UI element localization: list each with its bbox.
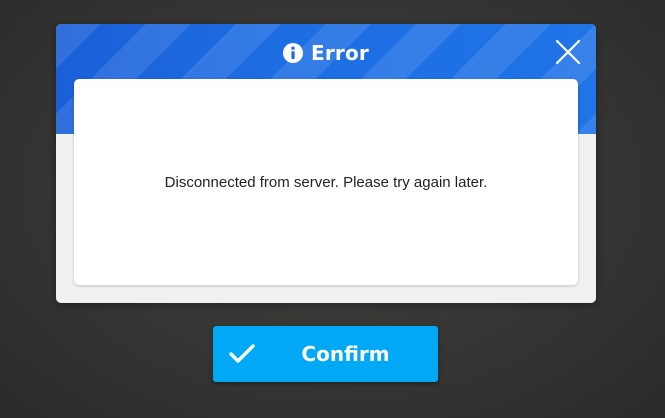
dialog-title: Error (311, 41, 369, 65)
info-icon (283, 43, 303, 63)
dialog-content-panel: Disconnected from server. Please try aga… (74, 79, 578, 285)
dialog-title-row: Error (56, 24, 596, 82)
checkmark-icon (229, 344, 255, 363)
confirm-button[interactable]: Confirm (213, 326, 438, 382)
error-message: Disconnected from server. Please try aga… (164, 173, 488, 191)
close-icon[interactable] (554, 38, 582, 66)
confirm-label: Confirm (301, 342, 390, 366)
error-dialog: Error Disconnected from server. Please t… (56, 24, 596, 303)
